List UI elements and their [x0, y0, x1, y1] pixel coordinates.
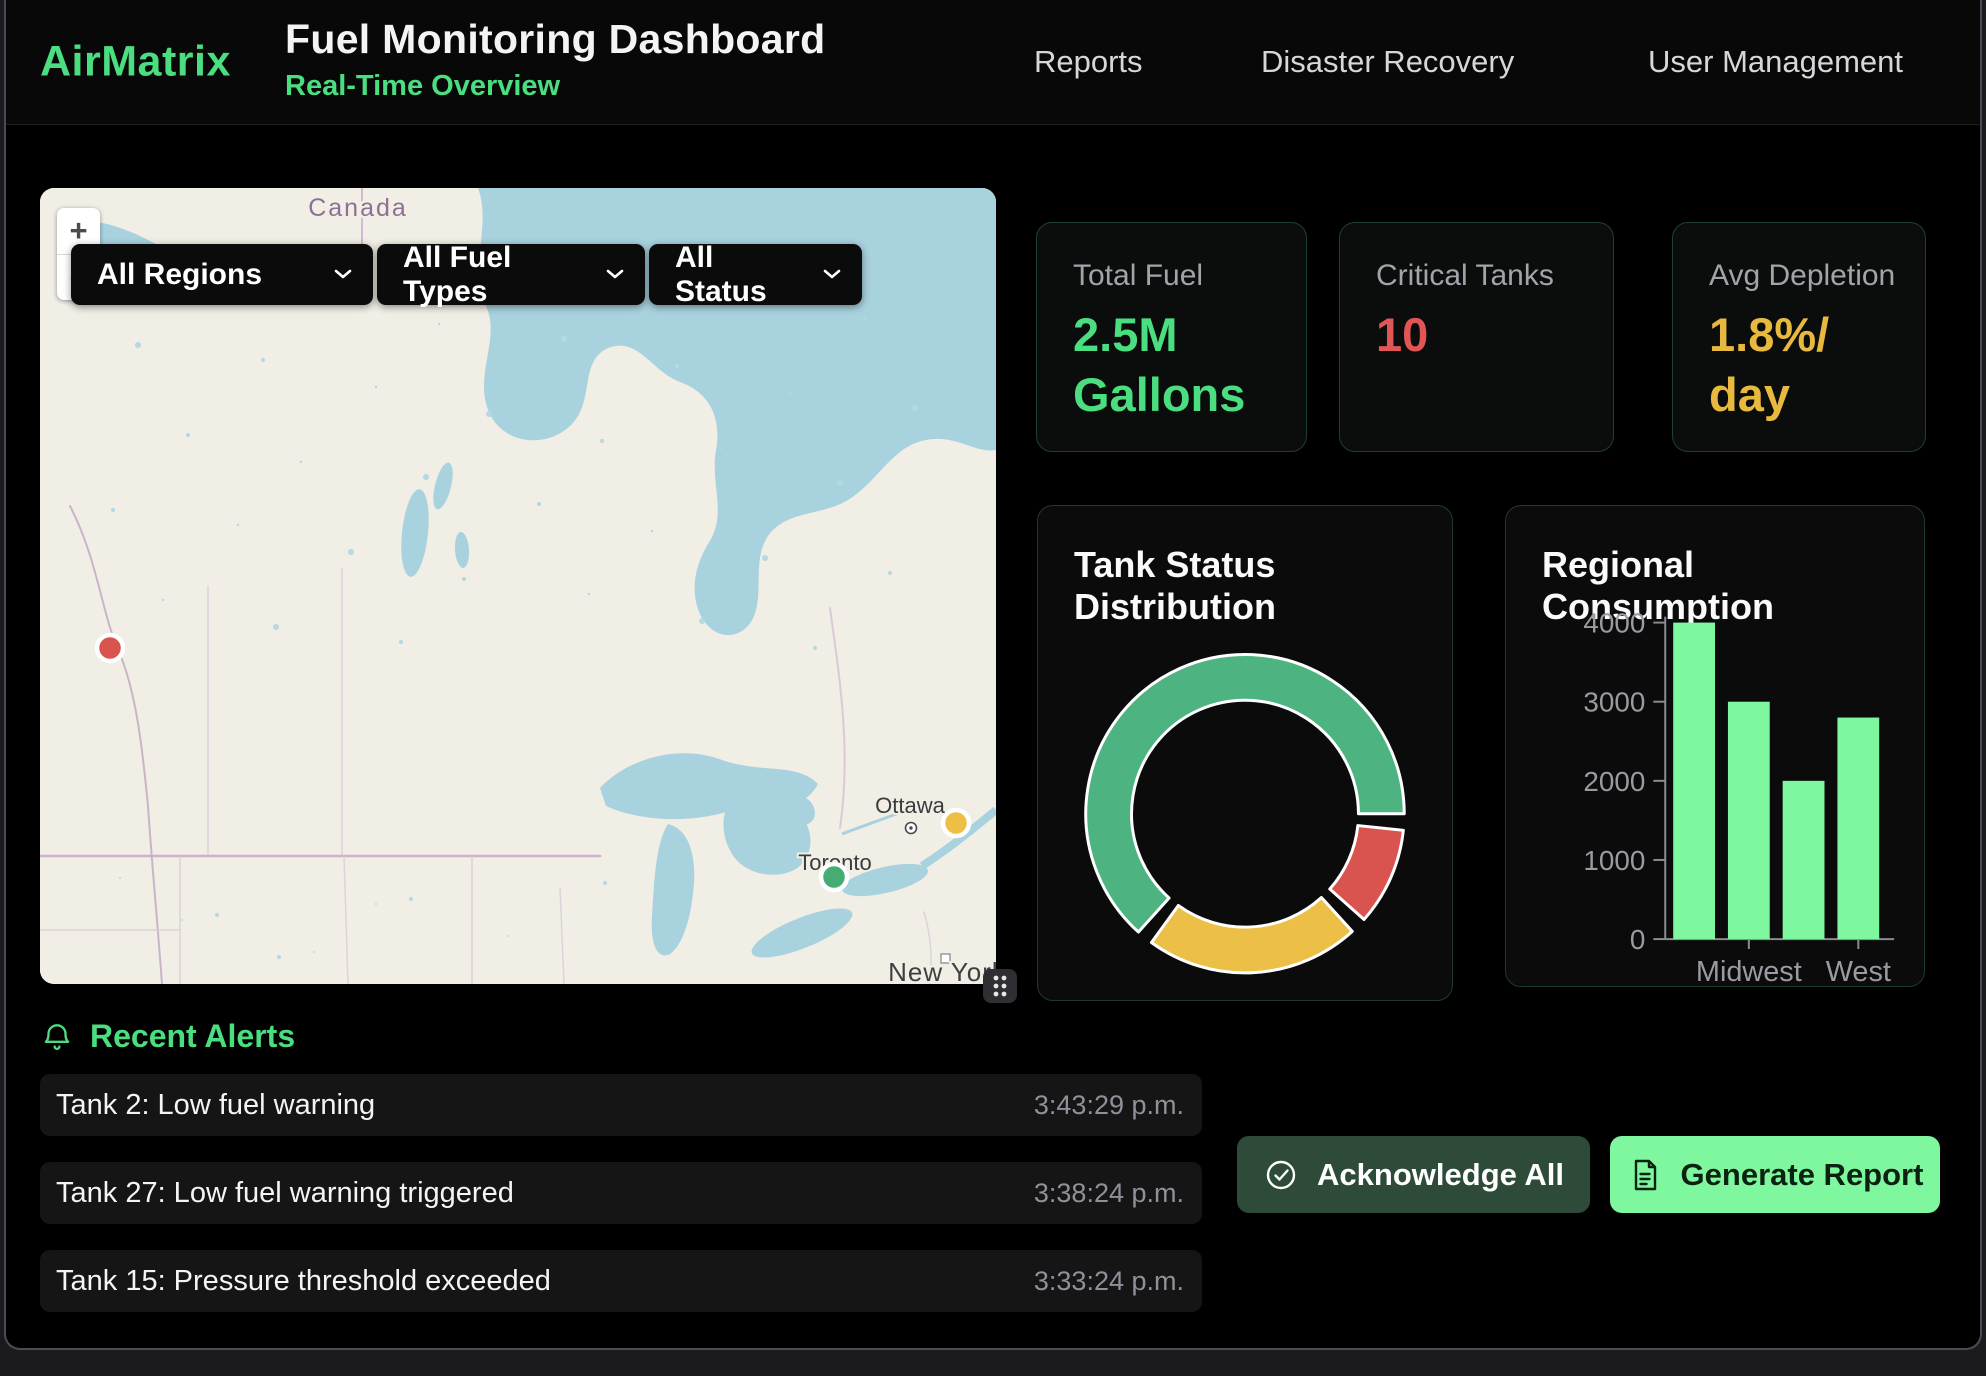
alert-text: Tank 15: Pressure threshold exceeded: [56, 1265, 551, 1298]
fuel-type-filter-value: All Fuel Types: [403, 241, 587, 309]
bar-west: [1837, 718, 1879, 940]
donut-segment-critical: [1330, 826, 1404, 920]
generate-report-button[interactable]: Generate Report: [1610, 1136, 1940, 1213]
page-subtitle: Real-Time Overview: [285, 70, 825, 103]
chevron-down-icon: [822, 268, 842, 281]
fuel-map[interactable]: Canada Ottawa Toronto New York + − All R…: [40, 188, 996, 984]
app-header: AirMatrix Fuel Monitoring Dashboard Real…: [6, 0, 1980, 125]
country-label-canada: Canada: [308, 194, 408, 222]
alert-row: Tank 27: Low fuel warning triggered 3:38:…: [40, 1162, 1202, 1224]
stat-card-total-fuel: Total Fuel 2.5MGallons: [1036, 222, 1307, 452]
alert-time: 3:38:24 p.m.: [1034, 1178, 1184, 1209]
y-tick-label: 0: [1630, 924, 1646, 955]
bar-midwest: [1728, 702, 1770, 939]
stat-value: 10: [1376, 305, 1613, 365]
nav-item-user-management[interactable]: User Management: [1648, 44, 1903, 80]
stat-label: Critical Tanks: [1376, 259, 1613, 293]
city-label-ottawa: Ottawa: [875, 793, 945, 818]
fuel-type-filter-dropdown[interactable]: All Fuel Types: [377, 244, 645, 305]
stat-value: 1.8%/day: [1709, 305, 1925, 425]
stat-card-avg-depletion: Avg Depletion 1.8%/day: [1672, 222, 1926, 452]
y-tick-label: 4000: [1583, 608, 1645, 639]
generate-report-label: Generate Report: [1681, 1157, 1924, 1193]
bar-south: [1783, 781, 1825, 939]
document-icon: [1627, 1157, 1663, 1193]
status-filter-value: All Status: [675, 241, 804, 309]
x-tick-label-midwest: Midwest: [1696, 956, 1802, 988]
y-tick-label: 3000: [1583, 687, 1645, 718]
donut-segment-warning: [1151, 898, 1352, 973]
check-circle-icon: [1263, 1157, 1299, 1193]
tank-status-card: Tank Status Distribution: [1037, 505, 1453, 1001]
region-filter-value: All Regions: [97, 258, 262, 292]
nav-item-disaster-recovery[interactable]: Disaster Recovery: [1261, 44, 1514, 80]
regional-consumption-bar-chart: 0 1000 2000 3000 4000 Midwest West: [1506, 506, 1924, 986]
alert-row: Tank 15: Pressure threshold exceeded 3:33…: [40, 1250, 1202, 1312]
bell-icon: [40, 1020, 74, 1054]
tank-marker-critical[interactable]: [97, 635, 123, 661]
city-label-new-york: New York: [888, 957, 996, 984]
regional-consumption-card: Regional Consumption 01000200030004000Mi…: [1505, 505, 1925, 987]
alert-time: 3:43:29 p.m.: [1034, 1090, 1184, 1121]
title-block: Fuel Monitoring Dashboard Real-Time Over…: [285, 16, 825, 103]
stat-value: 2.5MGallons: [1073, 305, 1306, 425]
stat-label: Total Fuel: [1073, 259, 1306, 293]
acknowledge-all-button[interactable]: Acknowledge All: [1237, 1136, 1590, 1213]
grip-dots-icon: [989, 973, 1011, 999]
x-tick-label-west: West: [1826, 956, 1891, 988]
recent-alerts-title: Recent Alerts: [90, 1018, 295, 1055]
dashboard-container: AirMatrix Fuel Monitoring Dashboard Real…: [4, 0, 1982, 1350]
tank-marker-normal[interactable]: [821, 864, 847, 890]
stat-card-critical-tanks: Critical Tanks 10: [1339, 222, 1614, 452]
alert-list: Tank 2: Low fuel warning3:43:29 p.m.Tank…: [40, 1074, 1202, 1338]
bar-northeast: [1673, 623, 1715, 939]
y-tick-label: 2000: [1583, 766, 1645, 797]
alert-text: Tank 27: Low fuel warning triggered: [56, 1177, 514, 1210]
y-tick-label: 1000: [1583, 845, 1645, 876]
region-filter-dropdown[interactable]: All Regions: [71, 244, 373, 305]
tank-status-donut-chart: [1038, 506, 1452, 1000]
alert-row: Tank 2: Low fuel warning 3:43:29 p.m.: [40, 1074, 1202, 1136]
alert-text: Tank 2: Low fuel warning: [56, 1089, 375, 1122]
map-resize-handle[interactable]: [983, 969, 1017, 1003]
recent-alerts-header: Recent Alerts: [40, 1018, 295, 1055]
alert-time: 3:33:24 p.m.: [1034, 1266, 1184, 1297]
stat-label: Avg Depletion: [1709, 259, 1925, 293]
acknowledge-all-label: Acknowledge All: [1317, 1157, 1564, 1193]
tank-marker-warning[interactable]: [943, 810, 969, 836]
status-filter-dropdown[interactable]: All Status: [649, 244, 862, 305]
fuel-monitoring-dashboard: AirMatrix Fuel Monitoring Dashboard Real…: [0, 0, 1986, 1376]
map-filter-bar: All Regions All Fuel Types All Status: [71, 244, 862, 305]
page-title: Fuel Monitoring Dashboard: [285, 16, 825, 63]
chevron-down-icon: [605, 268, 625, 281]
brand-logo: AirMatrix: [40, 38, 231, 87]
chevron-down-icon: [333, 268, 353, 281]
nav-item-reports[interactable]: Reports: [1034, 44, 1143, 80]
